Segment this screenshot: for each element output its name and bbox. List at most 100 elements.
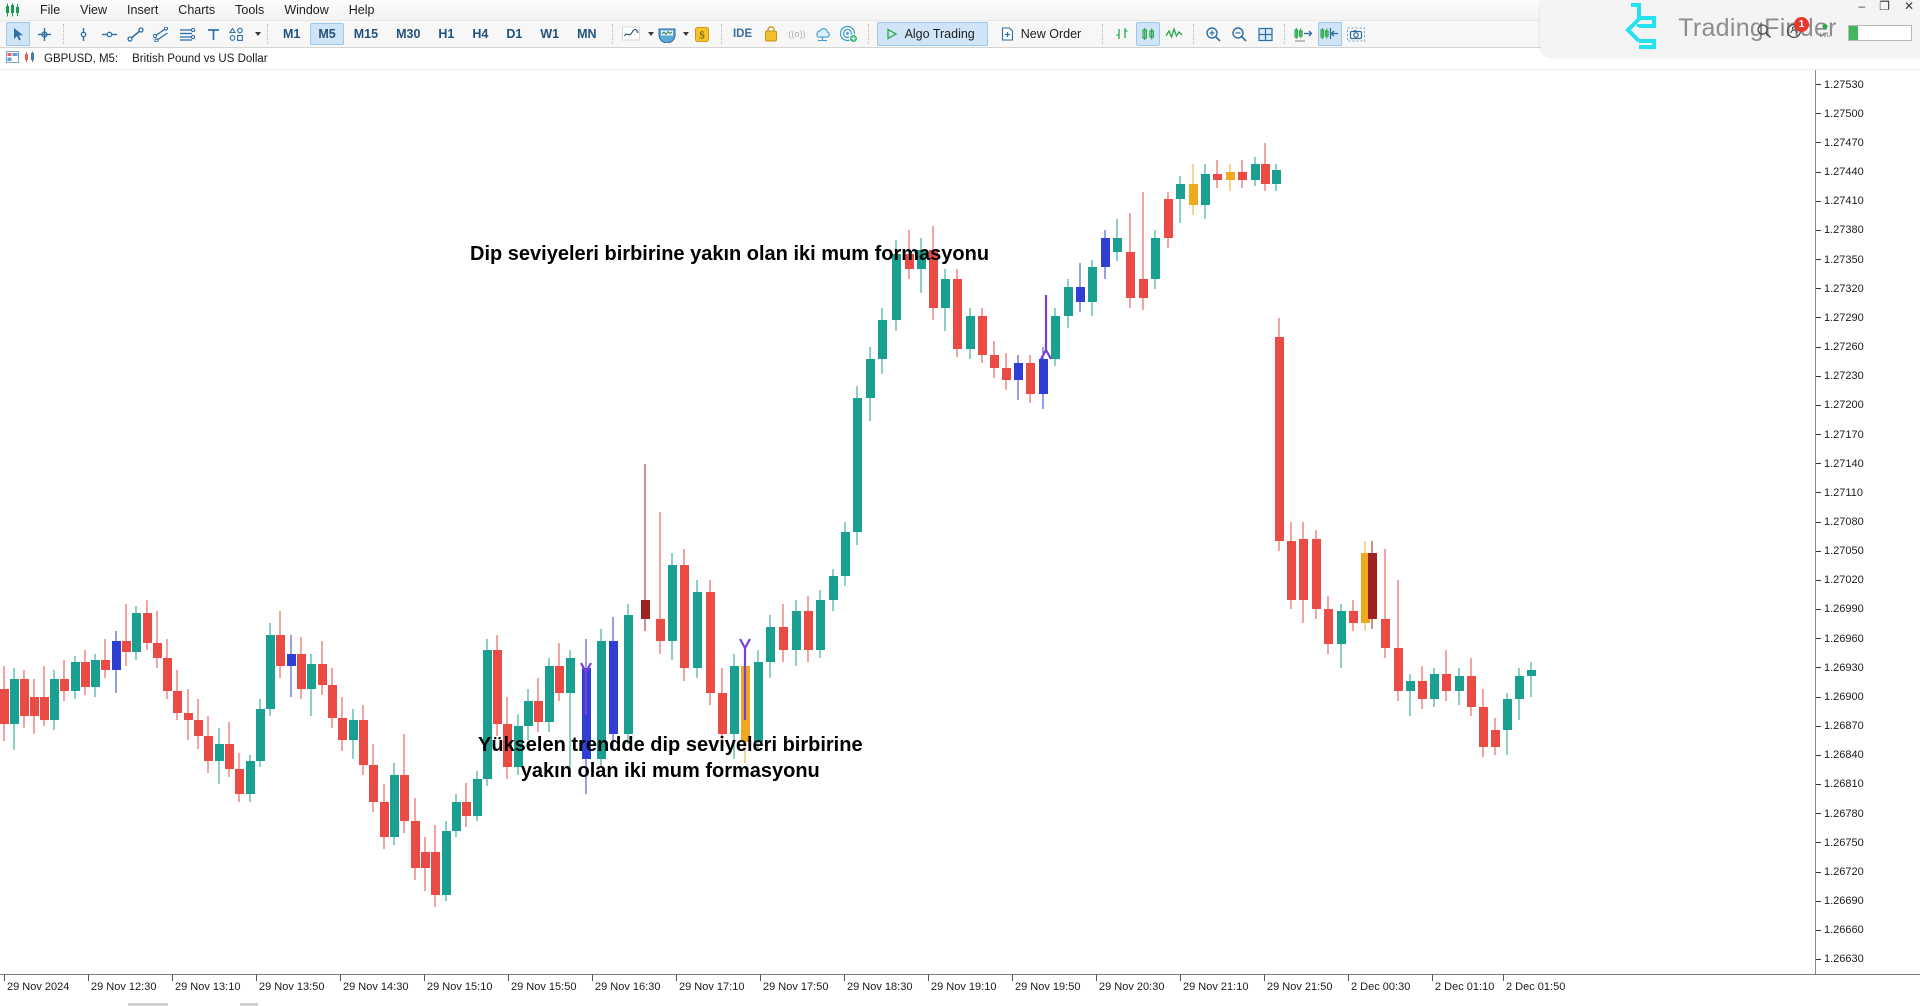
price-tick: 1.27320 xyxy=(1816,283,1864,295)
line-chart-icon[interactable] xyxy=(620,22,644,46)
candle xyxy=(255,698,265,767)
timeframe-h4[interactable]: H4 xyxy=(464,23,496,45)
signals-broadcast-icon[interactable]: ((o)) xyxy=(785,22,809,46)
ide-button[interactable]: IDE xyxy=(729,22,757,46)
candle xyxy=(70,656,80,699)
algo-trading-button[interactable]: Algo Trading xyxy=(876,22,988,46)
chart-window-icon xyxy=(6,50,19,68)
copy-signal-icon[interactable] xyxy=(837,22,861,46)
price-tick: 1.27500 xyxy=(1816,108,1864,120)
time-tick: 29 Nov 15:50 xyxy=(508,974,576,993)
text-label-tool[interactable] xyxy=(201,22,225,46)
toolbar-separator xyxy=(63,24,64,44)
candlestick-chart-icon[interactable] xyxy=(1136,22,1161,46)
price-tick: 1.26690 xyxy=(1816,895,1864,907)
toolbar-separator xyxy=(1284,24,1286,44)
candle xyxy=(940,269,950,332)
annotation-bottom-text: Yükselen trendde dip seviyeleri birbirin… xyxy=(478,734,863,782)
candle xyxy=(623,603,633,744)
grid-icon[interactable] xyxy=(1253,22,1277,46)
chart-shift-right-icon[interactable] xyxy=(1292,22,1316,46)
price-tick: 1.27020 xyxy=(1816,574,1864,586)
balance-bar-icon[interactable] xyxy=(1848,25,1912,41)
chart-shift-left-icon[interactable] xyxy=(1318,22,1343,46)
time-tick: 29 Nov 14:30 xyxy=(340,974,408,993)
dollar-trade-icon[interactable]: $ xyxy=(690,22,714,46)
candle xyxy=(1490,718,1500,756)
price-axis[interactable]: 1.27530 1.27500 1.27470 1.27440 1.27410 1.273… xyxy=(1816,70,1920,974)
notifications-icon[interactable]: 1 xyxy=(1786,16,1809,44)
fibonacci-retracement-tool[interactable] xyxy=(175,22,199,46)
indicators-dropdown-caret[interactable] xyxy=(682,32,689,36)
price-tick: 1.26810 xyxy=(1816,778,1864,790)
candle xyxy=(1163,191,1173,248)
menu-item-help[interactable]: Help xyxy=(339,1,385,19)
new-order-button[interactable]: New Order xyxy=(992,22,1094,46)
candle xyxy=(410,798,420,880)
timeframe-m5[interactable]: M5 xyxy=(310,23,344,45)
timeframe-m30[interactable]: M30 xyxy=(388,23,428,45)
trendline-tool[interactable] xyxy=(123,22,147,46)
candle xyxy=(286,634,296,697)
timeframe-h1[interactable]: H1 xyxy=(430,23,462,45)
market-bag-icon[interactable] xyxy=(759,22,783,46)
timeframe-m1[interactable]: M1 xyxy=(275,23,308,45)
zoom-in-icon[interactable] xyxy=(1201,22,1225,46)
menu-item-window[interactable]: Window xyxy=(274,1,338,19)
price-tick: 1.27050 xyxy=(1816,545,1864,557)
close-button[interactable]: ✕ xyxy=(1904,0,1914,12)
time-axis[interactable]: 29 Nov 2024 29 Nov 12:30 29 Nov 13:10 29 No… xyxy=(0,974,1920,1006)
candle xyxy=(379,784,389,849)
price-tick: 1.27470 xyxy=(1816,137,1864,149)
candle xyxy=(1001,352,1011,390)
time-tick: 29 Nov 15:10 xyxy=(424,974,492,993)
metatrader-window: File View Insert Charts Tools Window Hel… xyxy=(0,0,1920,1006)
menu-item-insert[interactable]: Insert xyxy=(117,1,168,19)
minimize-button[interactable]: – xyxy=(1858,0,1865,12)
chart-type-dropdown-caret[interactable] xyxy=(647,32,654,36)
cursor-tool[interactable] xyxy=(6,22,30,46)
bar-chart-icon[interactable] xyxy=(1110,22,1134,46)
price-tick: 1.26870 xyxy=(1816,720,1864,732)
line-mode-icon[interactable] xyxy=(1162,22,1186,46)
shapes-tool[interactable] xyxy=(227,22,251,46)
candle xyxy=(1013,354,1023,400)
new-order-label: New Order xyxy=(1020,27,1082,41)
timeframe-mn[interactable]: MN xyxy=(569,23,604,45)
timeframe-d1[interactable]: D1 xyxy=(498,23,530,45)
screenshot-camera-icon[interactable] xyxy=(1344,22,1368,46)
toolbar-separator xyxy=(267,24,268,44)
zoom-out-icon[interactable] xyxy=(1227,22,1251,46)
vps-cloud-icon[interactable] xyxy=(811,22,835,46)
vertical-line-tool[interactable] xyxy=(71,22,95,46)
equidistant-channel-tool[interactable] xyxy=(149,22,173,46)
candle xyxy=(193,698,203,750)
candle xyxy=(214,728,224,785)
crosshair-tool[interactable] xyxy=(32,22,56,46)
menu-item-view[interactable]: View xyxy=(70,1,117,19)
search-icon[interactable] xyxy=(1756,23,1772,44)
candle xyxy=(265,623,275,717)
price-tick: 1.26720 xyxy=(1816,866,1864,878)
price-tick: 1.27290 xyxy=(1816,312,1864,324)
menu-item-tools[interactable]: Tools xyxy=(225,1,274,19)
tradingfinder-logo-icon xyxy=(1623,3,1667,54)
candle xyxy=(337,696,347,752)
time-tick: 2 Dec 01:10 xyxy=(1432,974,1494,993)
price-chart-canvas[interactable]: Dip seviyeleri birbirine yakın olan iki … xyxy=(0,70,1816,974)
candle xyxy=(296,636,306,699)
indicators-icon[interactable] xyxy=(655,22,679,46)
candle xyxy=(1087,259,1097,316)
menu-item-charts[interactable]: Charts xyxy=(168,1,225,19)
candle xyxy=(306,654,316,717)
candle xyxy=(765,615,775,678)
horizontal-line-tool[interactable] xyxy=(97,22,121,46)
restore-button[interactable]: ❐ xyxy=(1879,0,1890,12)
candle xyxy=(608,617,618,748)
shapes-dropdown-caret[interactable] xyxy=(255,32,261,36)
level-meter-icon[interactable]: LVL xyxy=(1816,22,1834,44)
timeframe-w1[interactable]: W1 xyxy=(532,23,567,45)
menu-item-file[interactable]: File xyxy=(30,1,70,19)
timeframe-m15[interactable]: M15 xyxy=(346,23,386,45)
candle xyxy=(1075,263,1085,313)
